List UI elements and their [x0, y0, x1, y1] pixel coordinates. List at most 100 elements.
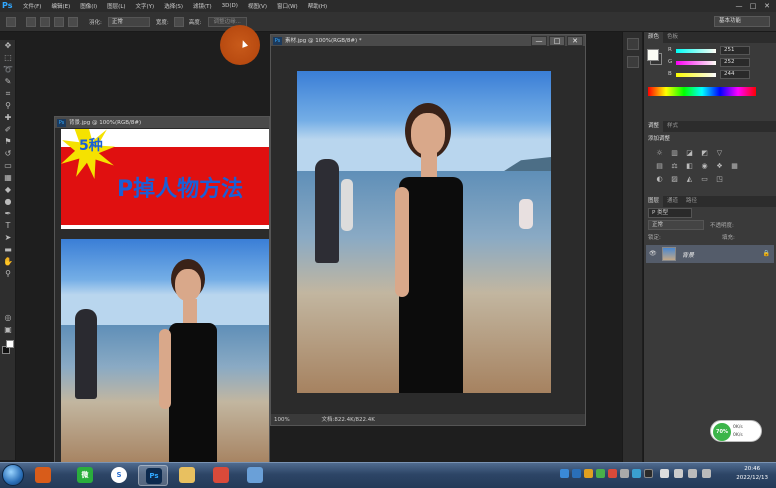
menu-select[interactable]: 选择(S)	[159, 2, 188, 10]
channel-mixer-icon[interactable]: ❖	[714, 161, 725, 171]
add-selection-icon[interactable]	[40, 16, 50, 27]
quick-mask-icon[interactable]: ◎	[3, 313, 13, 323]
tray-icon-1[interactable]	[560, 469, 569, 478]
flag-icon[interactable]	[702, 469, 711, 478]
pen-tool-icon[interactable]: ✒	[3, 209, 13, 219]
color-spectrum-bar[interactable]	[648, 87, 756, 96]
photo-filter-icon[interactable]: ◉	[699, 161, 710, 171]
workspace-select[interactable]: 基本功能	[714, 16, 770, 27]
foreground-color-swatch[interactable]	[6, 340, 14, 348]
dodge-tool-icon[interactable]: ●	[3, 197, 13, 207]
taskbar-app-7[interactable]	[240, 465, 270, 486]
layer-kind-filter[interactable]: P 类型	[648, 208, 692, 218]
gradient-map-icon[interactable]: ▭	[699, 174, 710, 184]
visibility-eye-icon[interactable]: 👁	[649, 250, 657, 258]
taskbar-app-3[interactable]: S	[104, 465, 134, 486]
marquee-tool-icon[interactable]: ⬚	[3, 53, 13, 63]
brush-tool-icon[interactable]: ✐	[3, 125, 13, 135]
taskbar-wechat[interactable]: 微	[70, 465, 100, 486]
path-select-tool-icon[interactable]: ➤	[3, 233, 13, 243]
doc-close-button[interactable]: ✕	[567, 36, 583, 46]
menu-window[interactable]: 窗口(W)	[272, 2, 303, 10]
layer-name[interactable]: 背景	[682, 250, 694, 259]
close-button[interactable]: ✕	[760, 0, 774, 12]
menu-edit[interactable]: 编辑(E)	[46, 2, 75, 10]
blur-tool-icon[interactable]: ◆	[3, 185, 13, 195]
document-size-info[interactable]: 文档:822.4K/822.4K	[321, 417, 374, 423]
crop-tool-icon[interactable]: ⌗	[3, 89, 13, 99]
red-slider[interactable]: R 251	[644, 45, 776, 57]
brightness-icon[interactable]: ☼	[654, 148, 665, 158]
doc-minimize-button[interactable]: —	[531, 36, 547, 46]
taskbar-app-1[interactable]	[28, 465, 58, 486]
exposure-icon[interactable]: ◩	[699, 148, 710, 158]
blend-mode-select[interactable]: 正常	[648, 220, 704, 230]
main-document-window[interactable]: Ps 素材.jpg @ 100%(RGB/8#) * — □ ✕ 100% 文档…	[270, 34, 586, 426]
menu-help[interactable]: 帮助(H)	[303, 2, 332, 10]
tray-icon-4[interactable]	[596, 469, 605, 478]
tray-icon-5[interactable]	[608, 469, 617, 478]
vibrance-icon[interactable]: ▽	[714, 148, 725, 158]
background-document-canvas[interactable]: 5种 P掉人物方法	[55, 129, 269, 463]
quick-select-tool-icon[interactable]: ✎	[3, 77, 13, 87]
volume-icon[interactable]	[674, 469, 683, 478]
eyedropper-tool-icon[interactable]: ⚲	[3, 101, 13, 111]
menu-type[interactable]: 文字(Y)	[131, 2, 160, 10]
doc-maximize-button[interactable]: □	[549, 36, 565, 46]
subtract-selection-icon[interactable]	[54, 16, 64, 27]
posterize-icon[interactable]: ▨	[669, 174, 680, 184]
tray-icon-2[interactable]	[572, 469, 581, 478]
intersect-selection-icon[interactable]	[68, 16, 78, 27]
menu-view[interactable]: 视图(V)	[243, 2, 272, 10]
menu-filter[interactable]: 滤镜(T)	[188, 2, 217, 10]
tray-icon-9[interactable]	[660, 469, 669, 478]
screen-mode-icon[interactable]: ▣	[3, 325, 13, 335]
new-selection-icon[interactable]	[26, 16, 36, 27]
menu-file[interactable]: 文件(F)	[18, 2, 46, 10]
tab-channels[interactable]: 通道	[663, 196, 682, 207]
blue-slider[interactable]: B 244	[644, 69, 776, 81]
network-speed-widget[interactable]: 70% 0K/s 0K/s	[710, 420, 762, 442]
history-panel-icon[interactable]	[627, 38, 639, 50]
color-balance-icon[interactable]: ⚖	[669, 161, 680, 171]
red-value[interactable]: 251	[720, 46, 750, 55]
tab-adjustments[interactable]: 调整	[644, 121, 664, 132]
main-document-title[interactable]: Ps 素材.jpg @ 100%(RGB/8#) * — □ ✕	[271, 35, 585, 47]
layer-row-background[interactable]: 👁 背景 🔒	[646, 245, 774, 263]
lasso-tool-icon[interactable]: ➰	[3, 65, 13, 75]
swap-icon[interactable]	[173, 16, 184, 27]
blue-value[interactable]: 244	[720, 70, 750, 79]
main-document-canvas[interactable]	[271, 47, 585, 413]
curves-icon[interactable]: ◪	[684, 148, 695, 158]
background-document-window[interactable]: Ps 背景.jpg @ 100%(RGB/8#) 5种 P掉人物方法	[54, 116, 270, 463]
tab-paths[interactable]: 路径	[682, 196, 701, 207]
tray-icon-8[interactable]	[644, 469, 653, 478]
stamp-tool-icon[interactable]: ⚑	[3, 137, 13, 147]
background-document-title[interactable]: Ps 背景.jpg @ 100%(RGB/8#)	[55, 117, 269, 129]
taskbar-photoshop[interactable]: Ps	[138, 465, 168, 486]
maximize-button[interactable]: □	[746, 0, 760, 12]
hue-saturation-icon[interactable]: ▤	[654, 161, 665, 171]
minimize-button[interactable]: —	[732, 0, 746, 12]
start-button[interactable]	[2, 464, 24, 486]
green-slider[interactable]: G 252	[644, 57, 776, 69]
style-select[interactable]: 正常	[107, 16, 150, 27]
move-tool-icon[interactable]: ✥	[3, 41, 13, 51]
taskbar-explorer[interactable]	[172, 465, 202, 486]
taskbar-app-6[interactable]	[206, 465, 236, 486]
system-clock[interactable]: 20:46 2022/12/13	[736, 465, 768, 483]
healing-tool-icon[interactable]: ✚	[3, 113, 13, 123]
history-brush-icon[interactable]: ↺	[3, 149, 13, 159]
tray-icon-3[interactable]	[584, 469, 593, 478]
eraser-tool-icon[interactable]: ▭	[3, 161, 13, 171]
tray-icon-6[interactable]	[620, 469, 629, 478]
black-white-icon[interactable]: ◧	[684, 161, 695, 171]
zoom-tool-icon[interactable]: ⚲	[3, 269, 13, 279]
type-tool-icon[interactable]: T	[3, 221, 13, 231]
properties-panel-icon[interactable]	[627, 56, 639, 68]
threshold-icon[interactable]: ◭	[684, 174, 695, 184]
color-lookup-icon[interactable]: ▦	[729, 161, 740, 171]
hand-tool-icon[interactable]: ✋	[3, 257, 13, 267]
tab-layers[interactable]: 图层	[644, 196, 664, 207]
zoom-level[interactable]: 100%	[274, 417, 290, 423]
